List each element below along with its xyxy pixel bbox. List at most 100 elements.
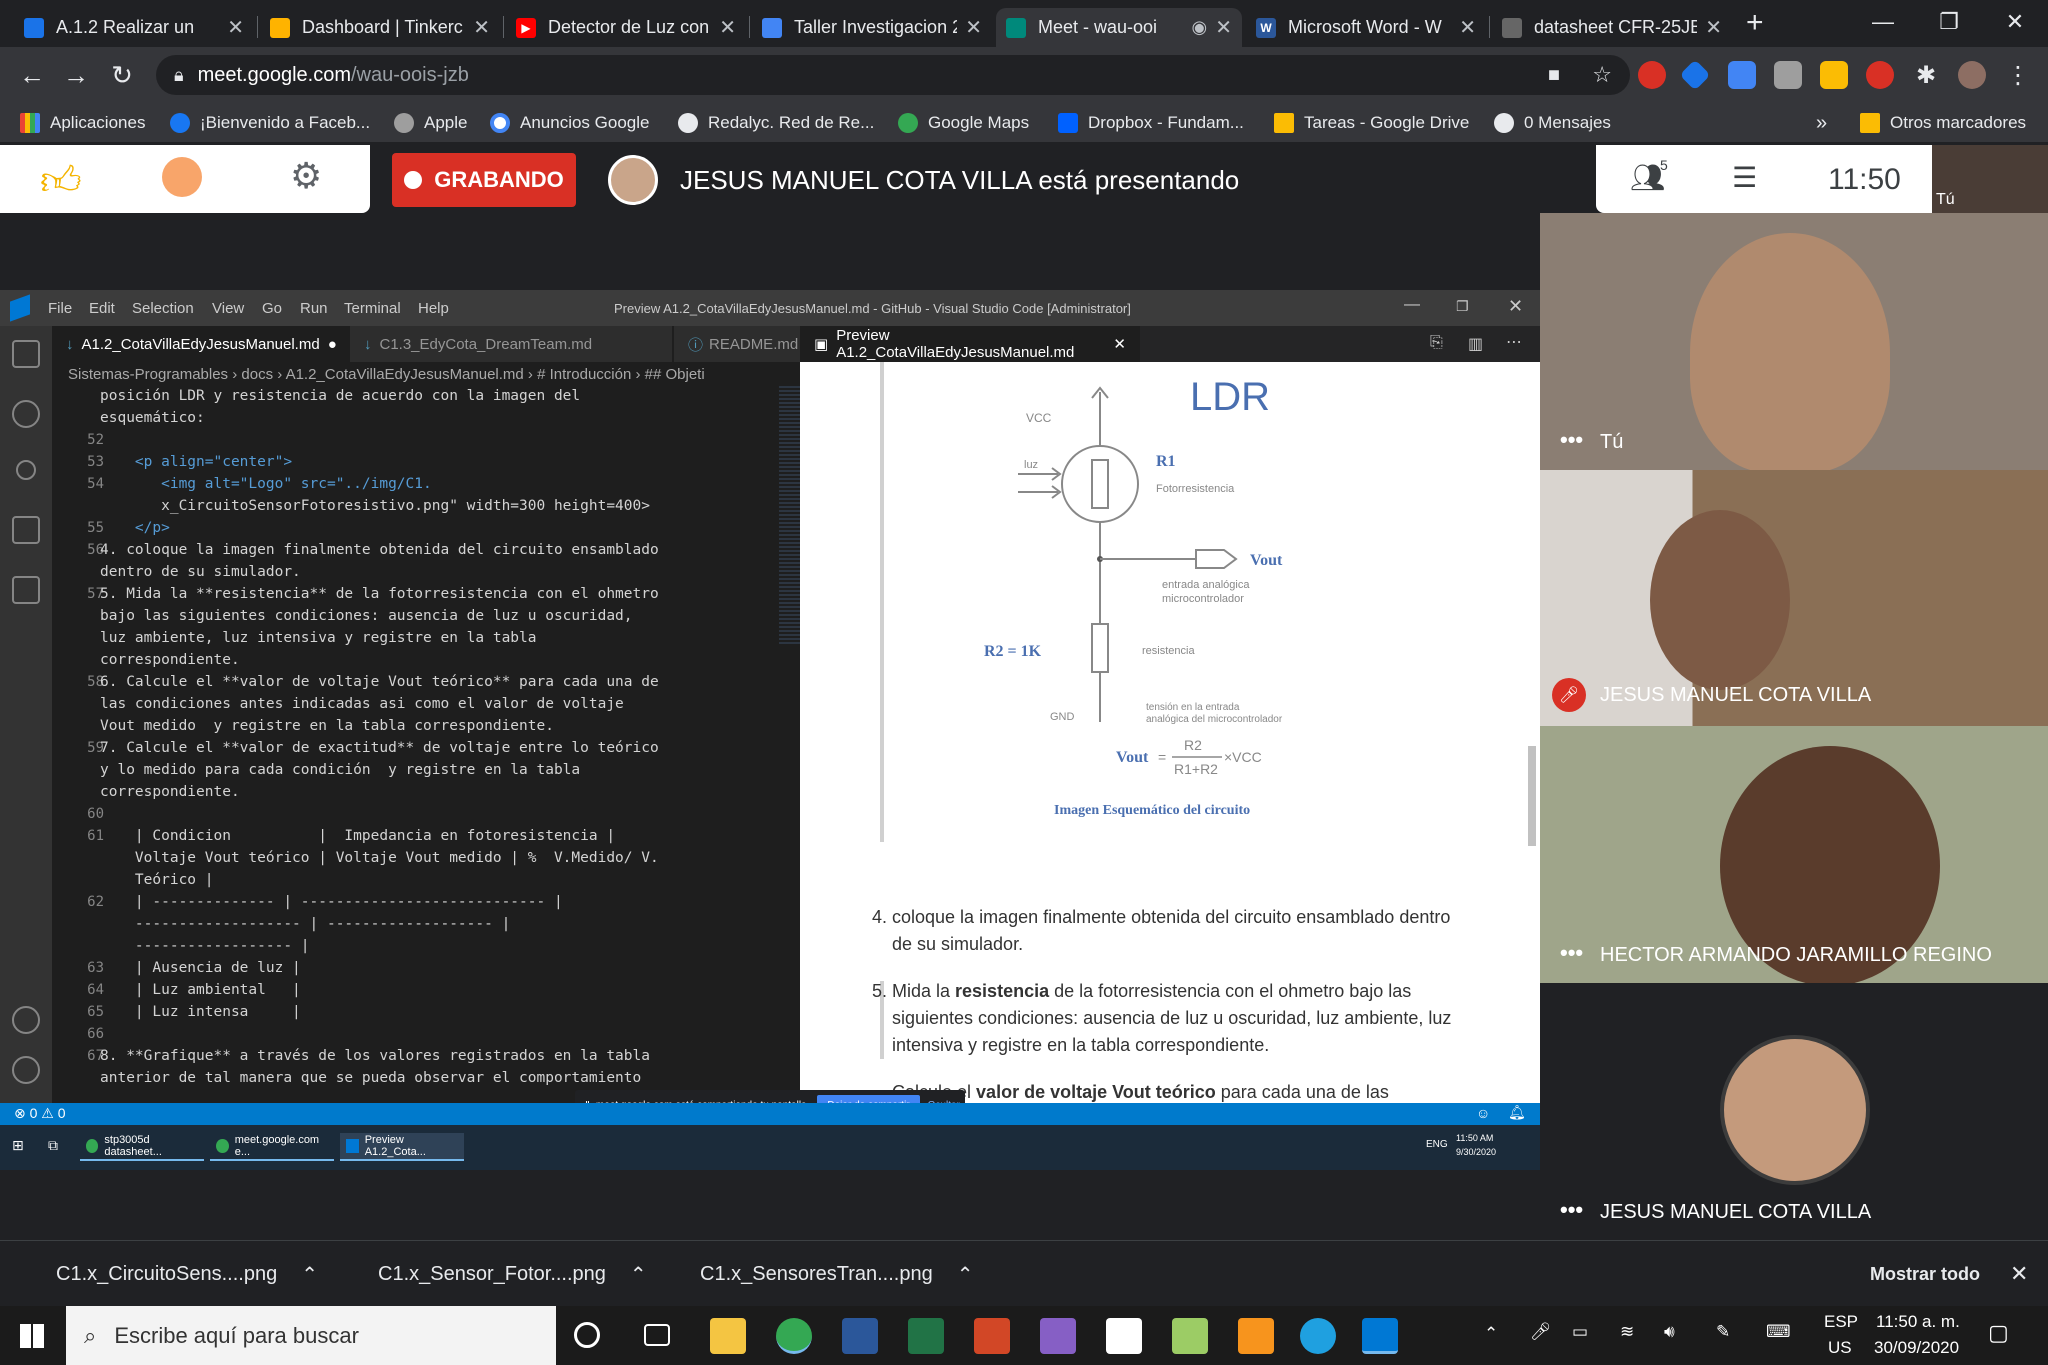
- code-line[interactable]: 5. Mida la **resistencia** de la fotorre…: [100, 586, 659, 602]
- code-editor[interactable]: ↓ A1.2_CotaVillaEdyJesusManuel.md ● ↓ C1.3_…: [52, 326, 834, 1103]
- microphone-icon[interactable]: 🎤︎: [1530, 1322, 1552, 1342]
- browser-tab[interactable]: datasheet CFR-25JB ✕: [1492, 8, 1732, 47]
- code-line[interactable]: Voltaje Vout teórico | Voltaje Vout medi…: [100, 850, 659, 866]
- bookmark-item[interactable]: ¡Bienvenido a Faceb...: [170, 109, 370, 137]
- forward-icon[interactable]: →: [58, 57, 94, 93]
- chrome-icon[interactable]: [776, 1318, 812, 1354]
- participant-tile[interactable]: 🎤︎ JESUS MANUEL COTA VILLA: [1540, 470, 2048, 726]
- code-line[interactable]: | Luz intensa |: [100, 1004, 301, 1020]
- participant-tile[interactable]: ••• JESUS MANUEL COTA VILLA: [1540, 983, 2048, 1240]
- bookmark-item[interactable]: Tareas - Google Drive: [1274, 109, 1469, 137]
- new-tab-button[interactable]: +: [1746, 6, 1764, 40]
- language-indicator[interactable]: ESP: [1824, 1312, 1858, 1332]
- code-line[interactable]: | Luz ambiental |: [100, 982, 301, 998]
- close-tab-icon[interactable]: ✕: [1113, 335, 1126, 353]
- menu-terminal[interactable]: Terminal: [344, 300, 401, 317]
- code-line[interactable]: y lo medido para cada condición y regist…: [100, 762, 580, 778]
- code-line[interactable]: <img alt="Logo" src="../img/C1.: [100, 476, 432, 492]
- code-line[interactable]: Vout medido y registre en la tabla corre…: [100, 718, 554, 734]
- more-actions-icon[interactable]: ⋯: [1506, 332, 1522, 352]
- other-bookmarks-folder[interactable]: Otros marcadores: [1860, 109, 2026, 137]
- inner-taskbar-item[interactable]: Preview A1.2_Cota...: [340, 1133, 464, 1161]
- browser-tab[interactable]: ▶ Detector de Luz con ✕: [506, 8, 746, 47]
- code-line[interactable]: 6. Calcule el **valor de voltaje Vout te…: [100, 674, 659, 690]
- manage-gear-icon[interactable]: [12, 1056, 40, 1084]
- source-control-icon[interactable]: [16, 460, 36, 480]
- settings-gear-icon[interactable]: ⚙: [290, 155, 322, 197]
- download-item[interactable]: C1.x_CircuitoSens....png ⌃: [34, 1257, 318, 1291]
- bookmark-item[interactable]: Apple: [394, 109, 467, 137]
- breadcrumb[interactable]: Sistemas-Programables › docs › A1.2_Cota…: [68, 366, 705, 383]
- bookmark-item[interactable]: 0 Mensajes: [1494, 109, 1611, 137]
- avatar-effects-icon[interactable]: [162, 157, 202, 197]
- close-tab-icon[interactable]: ✕: [473, 15, 490, 40]
- menu-go[interactable]: Go: [262, 300, 282, 317]
- participant-tile[interactable]: ••• Tú: [1540, 213, 2048, 470]
- browser-tab[interactable]: Dashboard | Tinkerc ✕: [260, 8, 500, 47]
- camera-in-use-icon[interactable]: ■: [1548, 64, 1560, 87]
- code-line[interactable]: ------------------- | ------------------…: [100, 916, 510, 932]
- cortana-icon[interactable]: [574, 1322, 600, 1348]
- code-line[interactable]: 8. **Grafique** a través de los valores …: [100, 1048, 650, 1064]
- menu-help[interactable]: Help: [418, 300, 449, 317]
- chevron-up-icon[interactable]: ⌃: [957, 1262, 974, 1287]
- participant-tile[interactable]: ••• HECTOR ARMANDO JARAMILLO REGINO: [1540, 726, 2048, 983]
- battery-icon[interactable]: ▭: [1572, 1322, 1588, 1342]
- chevron-up-icon[interactable]: ⌃: [630, 1262, 647, 1287]
- extension-icon[interactable]: [1679, 59, 1711, 91]
- chevron-up-icon[interactable]: ⌃: [301, 1262, 318, 1287]
- feedback-icon[interactable]: ☺: [1476, 1105, 1490, 1121]
- code-line[interactable]: </p>: [100, 520, 170, 536]
- code-line[interactable]: bajo las siguientes condiciones: ausenci…: [100, 608, 633, 624]
- code-line[interactable]: correspondiente.: [100, 652, 240, 668]
- code-line[interactable]: <p align="center">: [100, 454, 292, 470]
- app-icon[interactable]: [1172, 1318, 1208, 1354]
- close-tab-icon[interactable]: ✕: [1215, 15, 1232, 40]
- close-tab-icon[interactable]: ✕: [227, 15, 244, 40]
- code-line[interactable]: 4. coloque la imagen finalmente obtenida…: [100, 542, 659, 558]
- editor-tab-active[interactable]: ↓ A1.2_CotaVillaEdyJesusManuel.md ●: [52, 326, 348, 362]
- code-line[interactable]: posición LDR y resistencia de acuerdo co…: [100, 388, 580, 404]
- run-debug-icon[interactable]: [12, 516, 40, 544]
- open-source-icon[interactable]: ⎘: [1430, 334, 1443, 352]
- bookmark-item[interactable]: Dropbox - Fundam...: [1058, 109, 1244, 137]
- code-line[interactable]: anterior de tal manera que se pueda obse…: [100, 1070, 641, 1086]
- menu-view[interactable]: View: [212, 300, 244, 317]
- excel-icon[interactable]: [908, 1318, 944, 1354]
- inner-taskbar-item[interactable]: stp3005d datasheet...: [80, 1133, 204, 1161]
- close-tab-icon[interactable]: ✕: [719, 15, 736, 40]
- code-line[interactable]: las condiciones antes indicadas asi como…: [100, 696, 624, 712]
- extension-icon[interactable]: [1638, 61, 1666, 89]
- editor-tab[interactable]: ⓘ README.md: [674, 326, 800, 362]
- keyboard-layout-indicator[interactable]: US: [1828, 1338, 1852, 1358]
- bookmark-item[interactable]: Anuncios Google: [490, 109, 649, 137]
- visual-studio-icon[interactable]: [1040, 1318, 1076, 1354]
- bookmark-item[interactable]: Aplicaciones: [20, 109, 145, 137]
- code-line[interactable]: esquemático:: [100, 410, 205, 426]
- word-icon[interactable]: [842, 1318, 878, 1354]
- code-line[interactable]: luz ambiente, luz intensiva y registre e…: [100, 630, 537, 646]
- task-view-icon[interactable]: ⧉: [48, 1137, 58, 1154]
- inner-taskbar-item[interactable]: meet.google.com e...: [210, 1133, 334, 1161]
- profile-avatar[interactable]: [1958, 61, 1986, 89]
- self-view-thumbnail[interactable]: Tú: [1932, 145, 2048, 213]
- notifications-bell-icon[interactable]: 🔔︎: [1508, 1104, 1526, 1121]
- start-icon[interactable]: ⊞: [12, 1137, 24, 1154]
- notifications-icon[interactable]: ▢: [1988, 1320, 2009, 1346]
- more-options-icon[interactable]: •••: [1560, 1197, 1583, 1223]
- task-view-icon[interactable]: [644, 1324, 670, 1346]
- extension-icon[interactable]: [1774, 61, 1802, 89]
- close-downloads-icon[interactable]: ✕: [2010, 1257, 2028, 1291]
- wifi-icon[interactable]: ≋: [1620, 1322, 1634, 1342]
- puzzle-extensions-icon[interactable]: ✱: [1912, 61, 1940, 89]
- more-options-icon[interactable]: •••: [1560, 940, 1583, 966]
- thumbs-up-icon[interactable]: 👍︎: [40, 157, 82, 205]
- code-line[interactable]: x_CircuitoSensorFotoresistivo.png" width…: [100, 498, 650, 514]
- browser-tab[interactable]: A.1.2 Realizar un ✕: [14, 8, 254, 47]
- vscode-restore-icon[interactable]: ❐: [1456, 298, 1469, 315]
- bookmark-item[interactable]: Redalyc. Red de Re...: [678, 109, 874, 137]
- bookmark-item[interactable]: Google Maps: [898, 109, 1029, 137]
- browser-tab-active[interactable]: Meet - wau-ooi ◉ ✕: [996, 8, 1242, 47]
- address-bar[interactable]: 🔒︎ meet.google.com/wau-oois-jzb ■ ☆: [156, 55, 1630, 95]
- code-line[interactable]: 7. Calcule el **valor de exactitud** de …: [100, 740, 659, 756]
